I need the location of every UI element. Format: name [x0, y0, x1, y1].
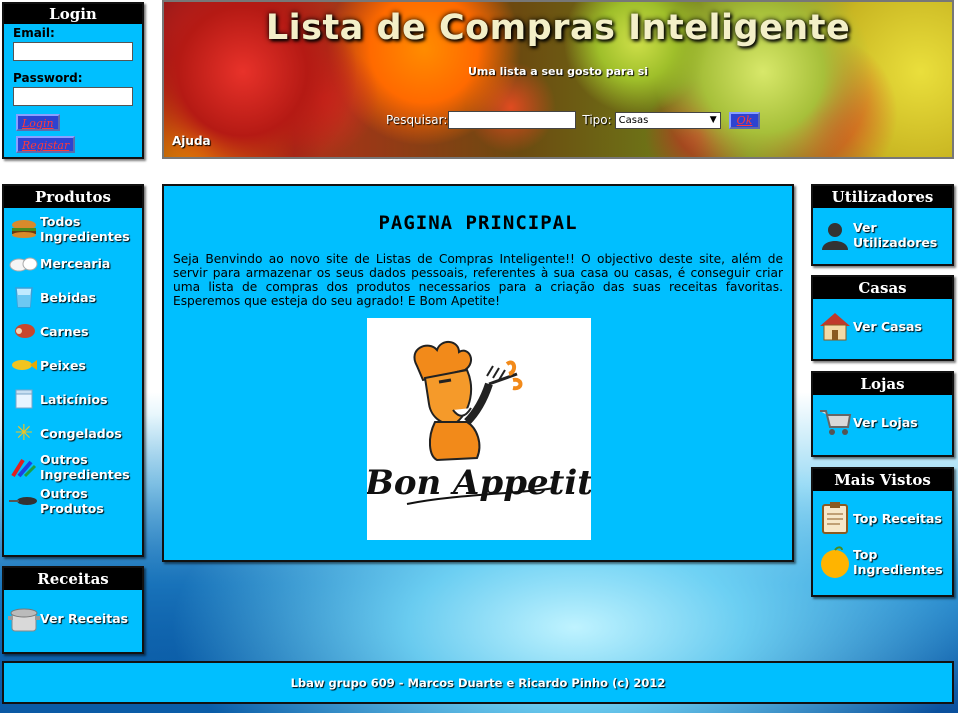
- nav-label: Mercearia: [40, 255, 111, 271]
- help-link[interactable]: Ajuda: [172, 134, 211, 148]
- login-panel: Login Email: Password: Login Registar: [2, 2, 144, 159]
- users-panel: Utilizadores Ver Utilizadores: [811, 184, 954, 266]
- clipboard-icon: [817, 501, 853, 535]
- type-label: Tipo:: [582, 113, 612, 127]
- site-subtitle: Uma lista a seu gosto para si: [467, 65, 649, 78]
- search-ok-button[interactable]: Ok: [728, 111, 761, 129]
- nav-item-ver-lojas[interactable]: Ver Lojas: [813, 401, 952, 443]
- password-label: Password:: [13, 71, 83, 85]
- candy-icon: [8, 455, 40, 479]
- page-title: PAGINA PRINCIPAL: [378, 212, 578, 234]
- stores-title: Lojas: [813, 373, 952, 395]
- header-banner: Lista de Compras Inteligente Uma lista a…: [162, 0, 954, 159]
- nav-label: Top Receitas: [853, 510, 942, 526]
- nav-item-carnes[interactable]: Carnes: [4, 314, 142, 348]
- house-icon: [817, 309, 853, 343]
- shopping-cart-icon: [817, 405, 853, 439]
- footer: Lbaw grupo 609 - Marcos Duarte e Ricardo…: [2, 661, 954, 704]
- nav-item-todos-ingredientes[interactable]: Todos Ingredientes: [4, 212, 142, 246]
- nav-item-ver-utilizadores[interactable]: Ver Utilizadores: [813, 214, 952, 256]
- nav-label: Ver Utilizadores: [853, 220, 938, 250]
- nav-label: Peixes: [40, 357, 86, 373]
- nav-item-ver-casas[interactable]: Ver Casas: [813, 305, 952, 347]
- users-title: Utilizadores: [813, 186, 952, 208]
- type-select-value: Casas: [618, 114, 649, 126]
- type-select[interactable]: Casas ▼: [614, 111, 721, 129]
- nav-item-bebidas[interactable]: Bebidas: [4, 280, 142, 314]
- nav-item-top-receitas[interactable]: Top Receitas: [813, 497, 952, 539]
- email-label: Email:: [13, 26, 55, 40]
- search-label: Pesquisar:: [386, 113, 448, 127]
- most-viewed-title: Mais Vistos: [813, 469, 952, 491]
- main-content: PAGINA PRINCIPAL Seja Benvindo ao novo s…: [162, 184, 794, 562]
- dairy-icon: [8, 387, 40, 411]
- nav-item-mercearia[interactable]: Mercearia: [4, 246, 142, 280]
- nav-label: Todos Ingredientes: [40, 214, 130, 244]
- most-viewed-panel: Mais Vistos Top Receitas Top Ingrediente…: [811, 467, 954, 597]
- houses-title: Casas: [813, 277, 952, 299]
- stores-panel: Lojas Ver Lojas: [811, 371, 954, 457]
- orange-fruit-icon: [817, 545, 853, 579]
- search-bar: Pesquisar: Tipo: Casas ▼ Ok: [386, 111, 761, 129]
- nav-label: Outros Produtos: [40, 486, 104, 516]
- fish-icon: [8, 353, 40, 377]
- nav-item-peixes[interactable]: Peixes: [4, 348, 142, 382]
- grocery-icon: [8, 251, 40, 275]
- nav-label: Top Ingredientes: [853, 547, 943, 577]
- products-panel: Produtos Todos Ingredientes Mercearia Be…: [2, 184, 144, 557]
- burger-icon: [8, 217, 40, 241]
- logo-text: Bon Appetit: [367, 463, 591, 503]
- search-input[interactable]: [448, 111, 577, 129]
- snowflake-icon: ✳: [14, 420, 34, 446]
- nav-label: Bebidas: [40, 289, 97, 305]
- login-title: Login: [4, 4, 142, 24]
- user-icon: [817, 218, 853, 252]
- nav-label: Ver Lojas: [853, 414, 918, 430]
- nav-item-top-ingredientes[interactable]: Top Ingredientes: [813, 541, 952, 583]
- footer-text: Lbaw grupo 609 - Marcos Duarte e Ricardo…: [290, 675, 666, 690]
- password-field[interactable]: [13, 87, 133, 106]
- nav-label: Outros Ingredientes: [40, 452, 130, 482]
- email-field[interactable]: [13, 42, 133, 61]
- nav-label: Ver Receitas: [40, 610, 129, 626]
- bon-appetit-logo: Bon Appetit: [364, 318, 593, 540]
- welcome-text: Seja Benvindo ao novo site de Listas de …: [173, 252, 783, 308]
- site-title: Lista de Compras Inteligente: [265, 8, 851, 48]
- register-button[interactable]: Registar: [16, 136, 76, 153]
- nav-label: Congelados: [40, 425, 122, 441]
- nav-label: Laticínios: [40, 391, 108, 407]
- nav-item-outros-ingredientes[interactable]: Outros Ingredientes: [4, 450, 142, 484]
- houses-panel: Casas Ver Casas: [811, 275, 954, 361]
- recipes-title: Receitas: [4, 568, 142, 590]
- glass-icon: [8, 285, 40, 309]
- pan-icon: [8, 489, 40, 513]
- chevron-down-icon: ▼: [709, 115, 717, 125]
- pot-icon: [8, 606, 40, 632]
- nav-item-laticinios[interactable]: Laticínios: [4, 382, 142, 416]
- nav-item-ver-receitas[interactable]: Ver Receitas: [4, 590, 142, 646]
- login-button[interactable]: Login: [16, 114, 60, 131]
- nav-label: Carnes: [40, 323, 89, 339]
- nav-label: Ver Casas: [853, 318, 922, 334]
- nav-item-congelados[interactable]: ✳ Congelados: [4, 416, 142, 450]
- nav-item-outros-produtos[interactable]: Outros Produtos: [4, 484, 142, 518]
- recipes-panel: Receitas Ver Receitas: [2, 566, 144, 654]
- meat-icon: [8, 319, 40, 343]
- products-title: Produtos: [4, 186, 142, 208]
